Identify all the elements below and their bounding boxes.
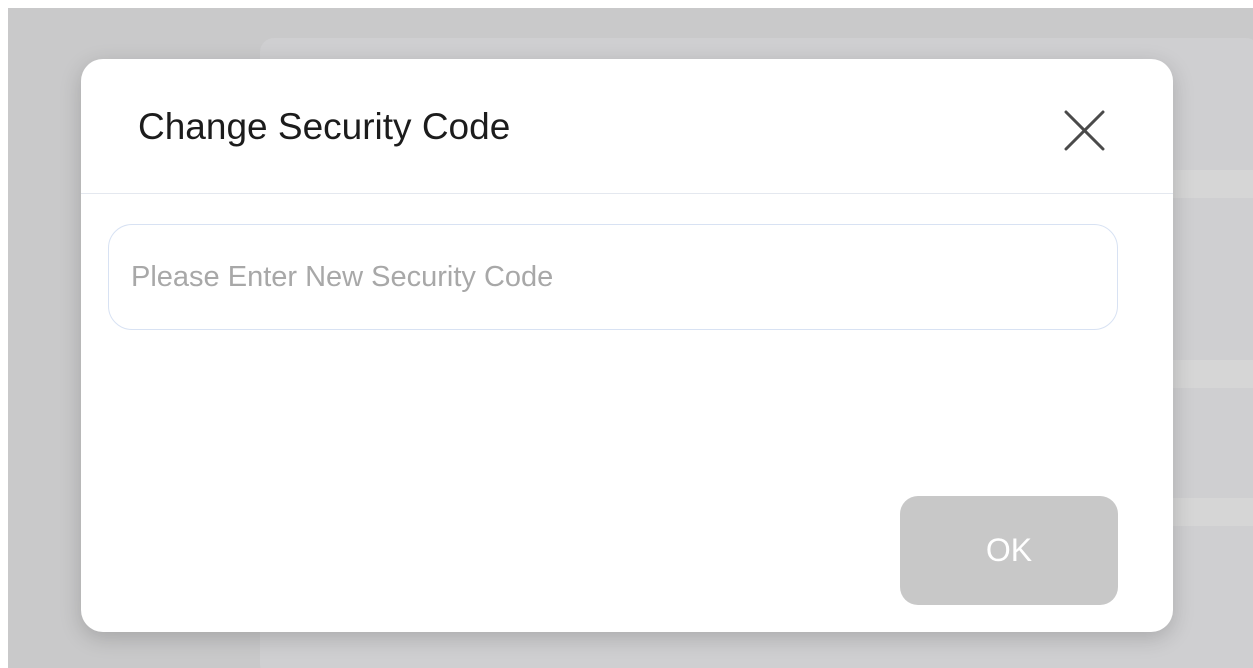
background-divider	[1168, 170, 1253, 198]
dialog-title: Change Security Code	[138, 106, 511, 147]
change-security-code-dialog: Change Security Code OK	[81, 59, 1173, 632]
background-divider	[1168, 498, 1253, 526]
ok-button[interactable]: OK	[900, 496, 1118, 605]
security-code-input[interactable]	[108, 224, 1118, 330]
background-divider	[1168, 360, 1253, 388]
dialog-body: OK	[81, 194, 1173, 632]
close-icon	[1064, 110, 1105, 151]
dialog-header: Change Security Code	[81, 59, 1173, 194]
close-button[interactable]	[1059, 106, 1109, 156]
